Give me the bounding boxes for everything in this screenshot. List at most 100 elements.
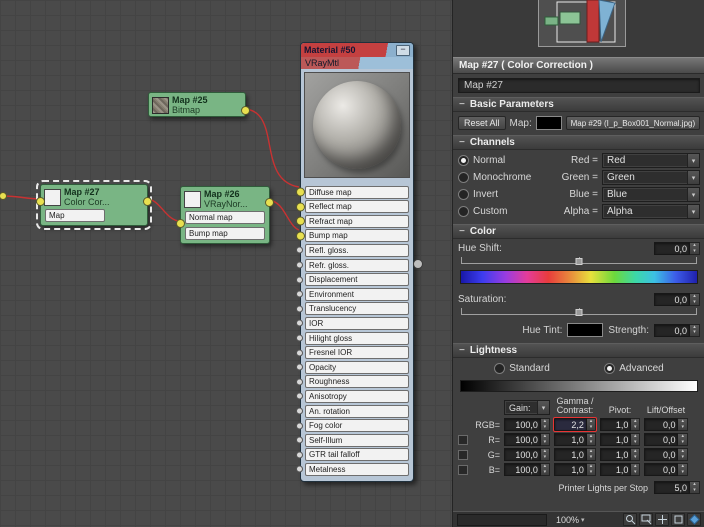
node-view-canvas[interactable]: Map #25 Bitmap Map #27 Color Cor... Map (0, 0, 452, 527)
slot-row[interactable]: Fresnel IOR (301, 346, 413, 359)
radio-normal[interactable]: Normal (458, 154, 554, 167)
spinner-value[interactable]: 1,0 (554, 448, 587, 461)
radio-invert[interactable]: Invert (458, 188, 554, 201)
red-pivot-spinner[interactable]: 1,0▴▾ (600, 433, 640, 446)
green-pivot-spinner[interactable]: 1,0▴▾ (600, 448, 640, 461)
map-source-button[interactable]: Map #29 (I_p_Box001_Normal.jpg) (566, 116, 700, 130)
slot-row[interactable]: Reflect map (301, 200, 413, 213)
red-gain-spinner[interactable]: 100,0▴▾ (504, 433, 550, 446)
slot-row[interactable]: Translucency (301, 302, 413, 315)
green-lift-spinner[interactable]: 0,0▴▾ (644, 448, 688, 461)
spinner-arrows[interactable]: ▴▾ (541, 448, 550, 461)
input-socket[interactable] (296, 217, 305, 226)
input-socket[interactable] (296, 408, 303, 415)
node-header[interactable]: Map #27 Color Cor... (41, 185, 147, 208)
spinner-arrows[interactable]: ▴▾ (690, 293, 700, 306)
node-map26[interactable]: Map #26 VRayNor... Normal map Bump map (180, 186, 270, 244)
rollout-channels[interactable]: − Channels (453, 135, 704, 150)
input-socket[interactable] (296, 335, 303, 342)
input-socket[interactable] (296, 188, 305, 197)
output-socket[interactable] (265, 198, 274, 207)
slot-row[interactable]: Metalness (301, 463, 413, 476)
radio-monochrome[interactable]: Monochrome (458, 171, 554, 184)
map-name-field[interactable]: Map #27 (458, 78, 700, 93)
spinner-value[interactable]: 100,0 (504, 418, 541, 431)
spinner-value[interactable]: 1,0 (600, 448, 631, 461)
red-lift-spinner[interactable]: 0,0▴▾ (644, 433, 688, 446)
spinner-value[interactable]: 100,0 (504, 448, 541, 461)
input-socket[interactable] (296, 466, 303, 473)
status-input[interactable] (457, 514, 547, 526)
blue-lift-spinner[interactable]: 0,0▴▾ (644, 463, 688, 476)
alpha-channel-dropdown[interactable]: Alpha▾ (602, 204, 700, 219)
slot-row[interactable]: Refract map (301, 215, 413, 228)
input-socket[interactable] (296, 305, 303, 312)
collapse-icon[interactable]: − (459, 225, 465, 238)
input-socket[interactable] (296, 247, 303, 254)
hue-shift-slider[interactable] (461, 257, 697, 264)
input-socket[interactable] (296, 378, 303, 385)
node-header[interactable]: Material #50 − (301, 43, 413, 57)
input-socket[interactable] (176, 219, 185, 228)
spinner-arrows[interactable]: ▴▾ (678, 448, 688, 461)
spinner-arrows[interactable]: ▴▾ (631, 463, 640, 476)
saturation-spinner[interactable]: 0,0▴▾ (654, 293, 700, 306)
reset-all-button[interactable]: Reset All (458, 116, 506, 130)
input-socket[interactable] (296, 364, 303, 371)
red-gamma-spinner[interactable]: 1,0▴▾ (554, 433, 596, 446)
blue-channel-dropdown[interactable]: Blue▾ (602, 187, 700, 202)
saturation-slider[interactable] (461, 308, 697, 315)
navigator-window[interactable] (538, 0, 626, 47)
zoom-control[interactable]: 100% ▾ (556, 515, 585, 525)
spinner-value[interactable]: 1,0 (554, 433, 587, 446)
spinner-arrows[interactable]: ▴▾ (541, 418, 550, 431)
minimize-icon[interactable]: − (396, 45, 410, 56)
spinner-arrows[interactable]: ▴▾ (678, 463, 688, 476)
spinner-arrows[interactable]: ▴▾ (587, 433, 596, 446)
chevron-down-icon[interactable]: ▾ (687, 205, 699, 218)
spinner-arrows[interactable]: ▴▾ (587, 418, 596, 431)
spinner-arrows[interactable]: ▴▾ (541, 433, 550, 446)
spinner-value[interactable]: 0,0 (644, 418, 678, 431)
spinner-value[interactable]: 1,0 (600, 463, 631, 476)
slot-row[interactable]: Refl. gloss. (301, 244, 413, 257)
hue-tint-swatch[interactable] (567, 323, 603, 337)
input-socket[interactable] (296, 231, 305, 240)
output-socket[interactable] (143, 197, 152, 206)
rgb-gain-spinner[interactable]: 100,0▴▾ (504, 418, 550, 431)
rgb-lift-spinner[interactable]: 0,0▴▾ (644, 418, 688, 431)
spinner-value[interactable]: 1,0 (600, 418, 631, 431)
spinner-value[interactable]: 0,0 (654, 242, 690, 255)
strength-spinner[interactable]: 0,0▴▾ (654, 324, 700, 337)
slot-row[interactable]: An. rotation (301, 405, 413, 418)
spinner-arrows[interactable]: ▴▾ (587, 463, 596, 476)
node-material50[interactable]: Material #50 − VRayMtl Diffuse map Refle… (300, 42, 414, 482)
spinner-value[interactable]: 1,0 (600, 433, 631, 446)
printer-lights-spinner[interactable]: 5,0▴▾ (654, 481, 700, 494)
slot-row[interactable]: Bump map (301, 229, 413, 242)
rollout-lightness[interactable]: − Lightness (453, 343, 704, 358)
zoom-region-tool-icon[interactable] (639, 513, 653, 526)
slot-bump-map[interactable]: Bump map (185, 227, 265, 240)
chevron-down-icon[interactable]: ▾ (687, 188, 699, 201)
spinner-arrows[interactable]: ▴▾ (678, 433, 688, 446)
input-socket[interactable] (296, 276, 303, 283)
slot-row[interactable]: Displacement (301, 273, 413, 286)
spinner-value[interactable]: 0,0 (654, 324, 690, 337)
input-socket[interactable] (36, 197, 45, 206)
slot-row[interactable]: Self-Illum (301, 434, 413, 447)
collapse-icon[interactable]: − (459, 136, 465, 149)
gain-dropdown[interactable]: Gain:▾ (504, 400, 550, 415)
slot-row[interactable]: Anisotropy (301, 390, 413, 403)
chevron-down-icon[interactable]: ▾ (581, 516, 585, 524)
blue-gamma-spinner[interactable]: 1,0▴▾ (554, 463, 596, 476)
input-socket[interactable] (296, 349, 303, 356)
spinner-value[interactable]: 1,0 (554, 463, 587, 476)
slot-normal-map[interactable]: Normal map (185, 211, 265, 224)
slot-row[interactable]: Refr. gloss. (301, 259, 413, 272)
radio-custom[interactable]: Custom (458, 205, 554, 218)
spinner-value[interactable]: 0,0 (654, 293, 690, 306)
spinner-value[interactable]: 100,0 (504, 433, 541, 446)
spinner-arrows[interactable]: ▴▾ (631, 448, 640, 461)
zoom-extents-tool-icon[interactable] (671, 513, 685, 526)
